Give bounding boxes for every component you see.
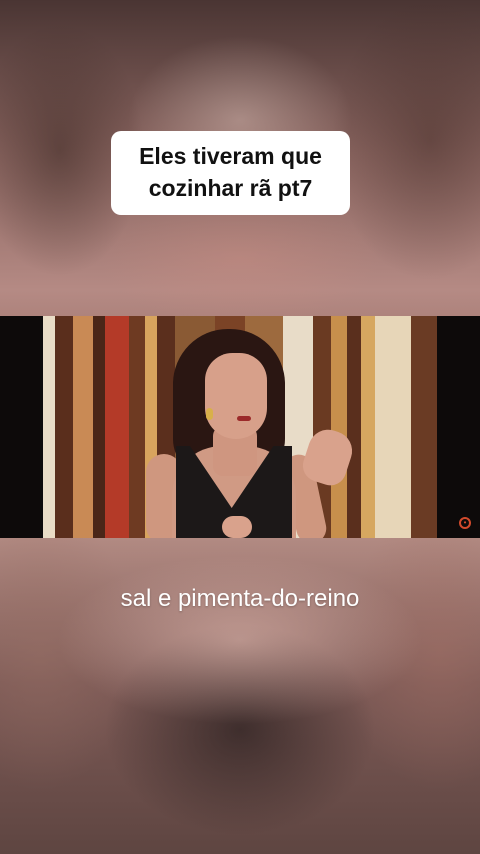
video-player[interactable]: • bbox=[0, 316, 480, 538]
caption-line-1: Eles tiveram que bbox=[139, 143, 322, 169]
presenter-lower-hand bbox=[222, 516, 252, 538]
studio-panel bbox=[93, 316, 105, 538]
video-subtitle: sal e pimenta-do-reino bbox=[120, 585, 360, 612]
presenter-face bbox=[205, 353, 267, 439]
studio-panel bbox=[375, 316, 411, 538]
studio-panel bbox=[347, 316, 361, 538]
channel-logo-icon: • bbox=[459, 517, 471, 529]
caption-line-2: cozinhar rã pt7 bbox=[148, 175, 313, 201]
presenter-lips bbox=[237, 416, 251, 421]
studio-panel bbox=[129, 316, 145, 538]
studio-panel bbox=[105, 316, 129, 538]
studio-panel bbox=[331, 316, 347, 538]
caption-box: Eles tiveram que cozinhar rã pt7 bbox=[111, 131, 350, 215]
studio-panel bbox=[55, 316, 73, 538]
studio-panel bbox=[73, 316, 93, 538]
video-post-frame[interactable]: Eles tiveram que cozinhar rã pt7 • sal e… bbox=[0, 0, 480, 854]
presenter-earring bbox=[206, 408, 213, 420]
studio-panel bbox=[43, 316, 55, 538]
studio-panel bbox=[361, 316, 375, 538]
studio-panel bbox=[411, 316, 437, 538]
